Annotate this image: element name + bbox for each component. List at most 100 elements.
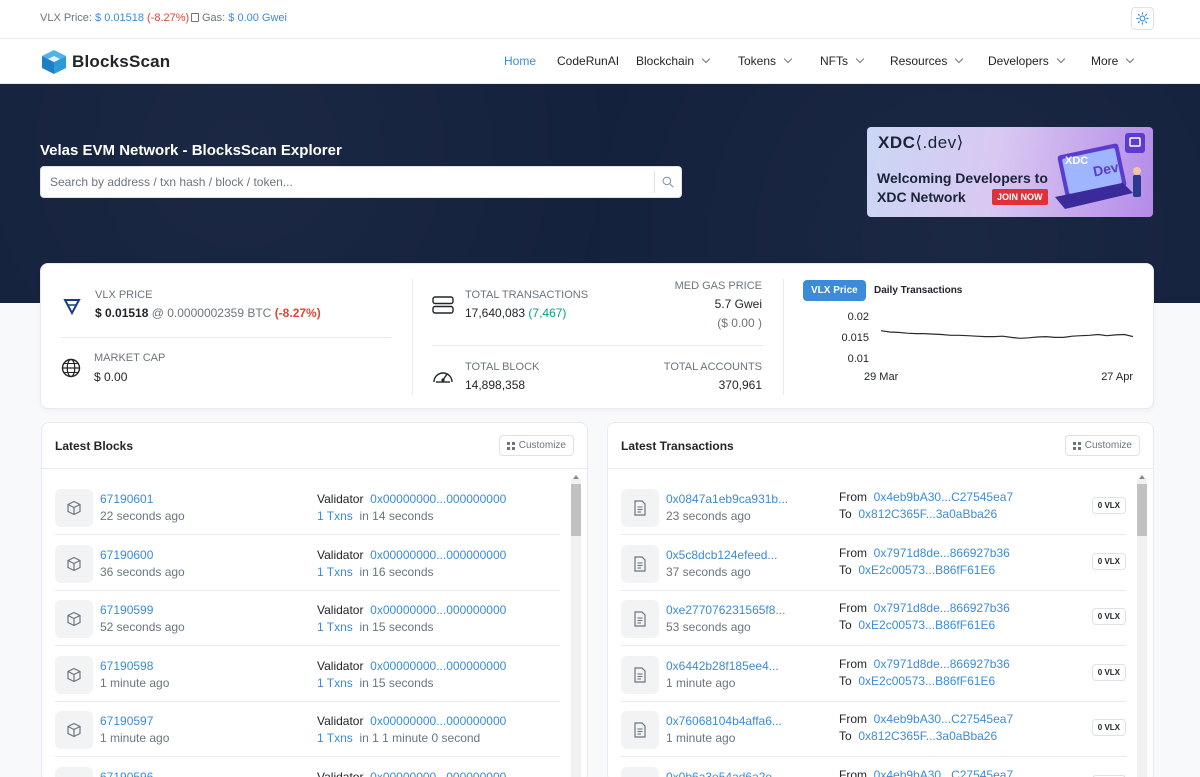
validator-line: Validator 0x00000000...000000000 [317, 659, 506, 673]
from-address-link[interactable]: 0x4eb9bA30...C27545ea7 [874, 768, 1013, 777]
to-address-link[interactable]: 0xE2c00573...B86fF61E6 [858, 563, 995, 577]
scroll-up-arrow-icon[interactable] [573, 475, 579, 479]
transaction-to-line: To 0x812C365F...3a0aBba26 [839, 507, 997, 521]
blocksscan-logo-icon [42, 50, 66, 74]
block-txns-link[interactable]: 1 Txns [317, 509, 353, 523]
validator-address-link[interactable]: 0x00000000...000000000 [370, 492, 506, 506]
transaction-icon-box [621, 600, 659, 639]
block-txns-link[interactable]: 1 Txns [317, 565, 353, 579]
nav-more[interactable]: More [1091, 54, 1135, 68]
block-row: 67190600 36 seconds ago Validator 0x000000… [55, 535, 560, 591]
nav-blockchain[interactable]: Blockchain [636, 54, 711, 68]
to-label: To [839, 618, 852, 633]
nav-home[interactable]: Home [504, 54, 536, 68]
from-address-link[interactable]: 0x7971d8de...866927b36 [874, 657, 1010, 671]
nav-coderunai[interactable]: CodeRunAI [557, 54, 619, 68]
price-series-line [880, 330, 1134, 339]
divider [432, 345, 763, 346]
transactions-scrollbar[interactable] [1137, 475, 1147, 777]
transaction-value-badge: 0 VLX [1091, 719, 1126, 737]
block-number-link[interactable]: 67190597 [100, 714, 153, 728]
block-number-link[interactable]: 67190599 [100, 603, 153, 617]
scrollbar-thumb[interactable] [571, 484, 581, 536]
transaction-icon-box [621, 655, 659, 694]
validator-line: Validator 0x00000000...000000000 [317, 770, 506, 777]
block-time: in 1 1 minute 0 second [359, 731, 481, 746]
scrollbar-thumb[interactable] [1137, 484, 1147, 536]
nav-resources[interactable]: Resources [890, 54, 964, 68]
to-address-link[interactable]: 0xE2c00573...B86fF61E6 [858, 674, 995, 688]
to-address-link[interactable]: 0x812C365F...3a0aBba26 [858, 729, 997, 743]
xdc-ad-banner[interactable]: XDC⟨.dev⟩ Dev XDC Welcoming Developers t… [867, 127, 1153, 217]
transaction-age: 37 seconds ago [666, 564, 751, 579]
transaction-hash-link[interactable]: 0x0847a1eb9ca931b... [666, 492, 788, 506]
chevron-down-icon [855, 54, 865, 64]
site-logo[interactable]: BlocksScan [40, 48, 170, 76]
validator-address-link[interactable]: 0x00000000...000000000 [370, 548, 506, 562]
block-time: in 14 seconds [359, 509, 434, 523]
block-icon-box [55, 544, 93, 583]
latest-transactions-header: Latest Transactions Customize [608, 423, 1153, 469]
validator-address-link[interactable]: 0x00000000...000000000 [370, 714, 506, 728]
block-cube-icon [67, 723, 81, 738]
from-label: From [839, 545, 867, 560]
transaction-age: 1 minute ago [666, 731, 736, 746]
block-number-link[interactable]: 67190598 [100, 659, 153, 673]
transaction-row: 0x76068104b4affa6... 1 minute ago From 0x4… [621, 701, 1126, 758]
transaction-hash-link[interactable]: 0x6442b28f185ee4... [666, 659, 779, 673]
customize-button[interactable]: Customize [498, 435, 574, 456]
latest-transactions-panel: Latest Transactions Customize 0x0847a1eb… [607, 422, 1154, 777]
from-label: From [839, 656, 867, 671]
to-address-link[interactable]: 0xE2c00573...B86fF61E6 [858, 618, 995, 632]
tab-daily-transactions[interactable]: Daily Transactions [866, 280, 970, 301]
block-txns-link[interactable]: 1 Txns [317, 731, 353, 745]
transaction-hash-link[interactable]: 0xe277076231565f8... [666, 603, 785, 617]
block-txns-link[interactable]: 1 Txns [317, 620, 353, 634]
block-txns-line: 1 Txns in 15 seconds [317, 620, 434, 634]
block-cube-icon [67, 500, 81, 516]
validator-address-link[interactable]: 0x00000000...000000000 [370, 603, 506, 617]
from-address-link[interactable]: 0x4eb9bA30...C27545ea7 [874, 712, 1013, 726]
validator-label: Validator [317, 714, 364, 729]
nav-developers-label: Developers [988, 54, 1049, 68]
search-button[interactable] [654, 171, 681, 193]
to-label: To [839, 562, 852, 577]
transaction-hash-link[interactable]: 0x5c8dcb124efeed... [666, 548, 777, 562]
nav-nfts[interactable]: NFTs [820, 54, 865, 68]
blocks-scrollbar[interactable] [571, 475, 581, 777]
gas-pump-icon [191, 13, 199, 22]
scroll-up-arrow-icon[interactable] [1139, 475, 1145, 479]
chevron-down-icon [1056, 54, 1065, 64]
theme-toggle-button[interactable] [1131, 7, 1154, 30]
from-address-link[interactable]: 0x7971d8de...866927b36 [874, 546, 1010, 560]
server-icon [432, 296, 454, 314]
vlx-price-value[interactable]: $ 0.01518 [95, 12, 144, 24]
block-number-link[interactable]: 67190596 [100, 770, 153, 777]
validator-address-link[interactable]: 0x00000000...000000000 [370, 659, 506, 673]
block-txns-link[interactable]: 1 Txns [317, 676, 353, 690]
from-label: From [839, 712, 867, 727]
to-label: To [839, 729, 852, 744]
x-tick-label: 29 Mar [864, 371, 899, 383]
nav-developers[interactable]: Developers [988, 54, 1065, 68]
to-address-link[interactable]: 0x812C365F...3a0aBba26 [858, 507, 997, 521]
transaction-from-line: From 0x4eb9bA30...C27545ea7 [839, 712, 1013, 726]
tab-vlx-price[interactable]: VLX Price [803, 280, 866, 301]
block-cube-icon [67, 556, 81, 571]
join-now-button[interactable]: JOIN NOW [992, 189, 1048, 205]
from-address-link[interactable]: 0x7971d8de...866927b36 [874, 601, 1010, 615]
search-input[interactable] [41, 167, 653, 197]
customize-button[interactable]: Customize [1064, 435, 1140, 456]
nav-tokens[interactable]: Tokens [738, 54, 793, 68]
transaction-hash-link[interactable]: 0x0b6a3e54ad6a2e... [666, 770, 782, 777]
grid-icon [506, 441, 515, 450]
block-number-link[interactable]: 67190600 [100, 548, 153, 562]
block-row: 67190599 52 seconds ago Validator 0x000000… [55, 590, 560, 647]
xdc-logo-main: XDC [878, 133, 916, 152]
validator-address-link[interactable]: 0x00000000...000000000 [370, 770, 506, 777]
block-number-link[interactable]: 67190601 [100, 492, 153, 506]
gas-value[interactable]: $ 0.00 Gwei [228, 12, 287, 24]
from-address-link[interactable]: 0x4eb9bA30...C27545ea7 [874, 490, 1013, 504]
transaction-hash-link[interactable]: 0x76068104b4affa6... [666, 714, 782, 728]
transaction-age: 1 minute ago [666, 675, 736, 690]
